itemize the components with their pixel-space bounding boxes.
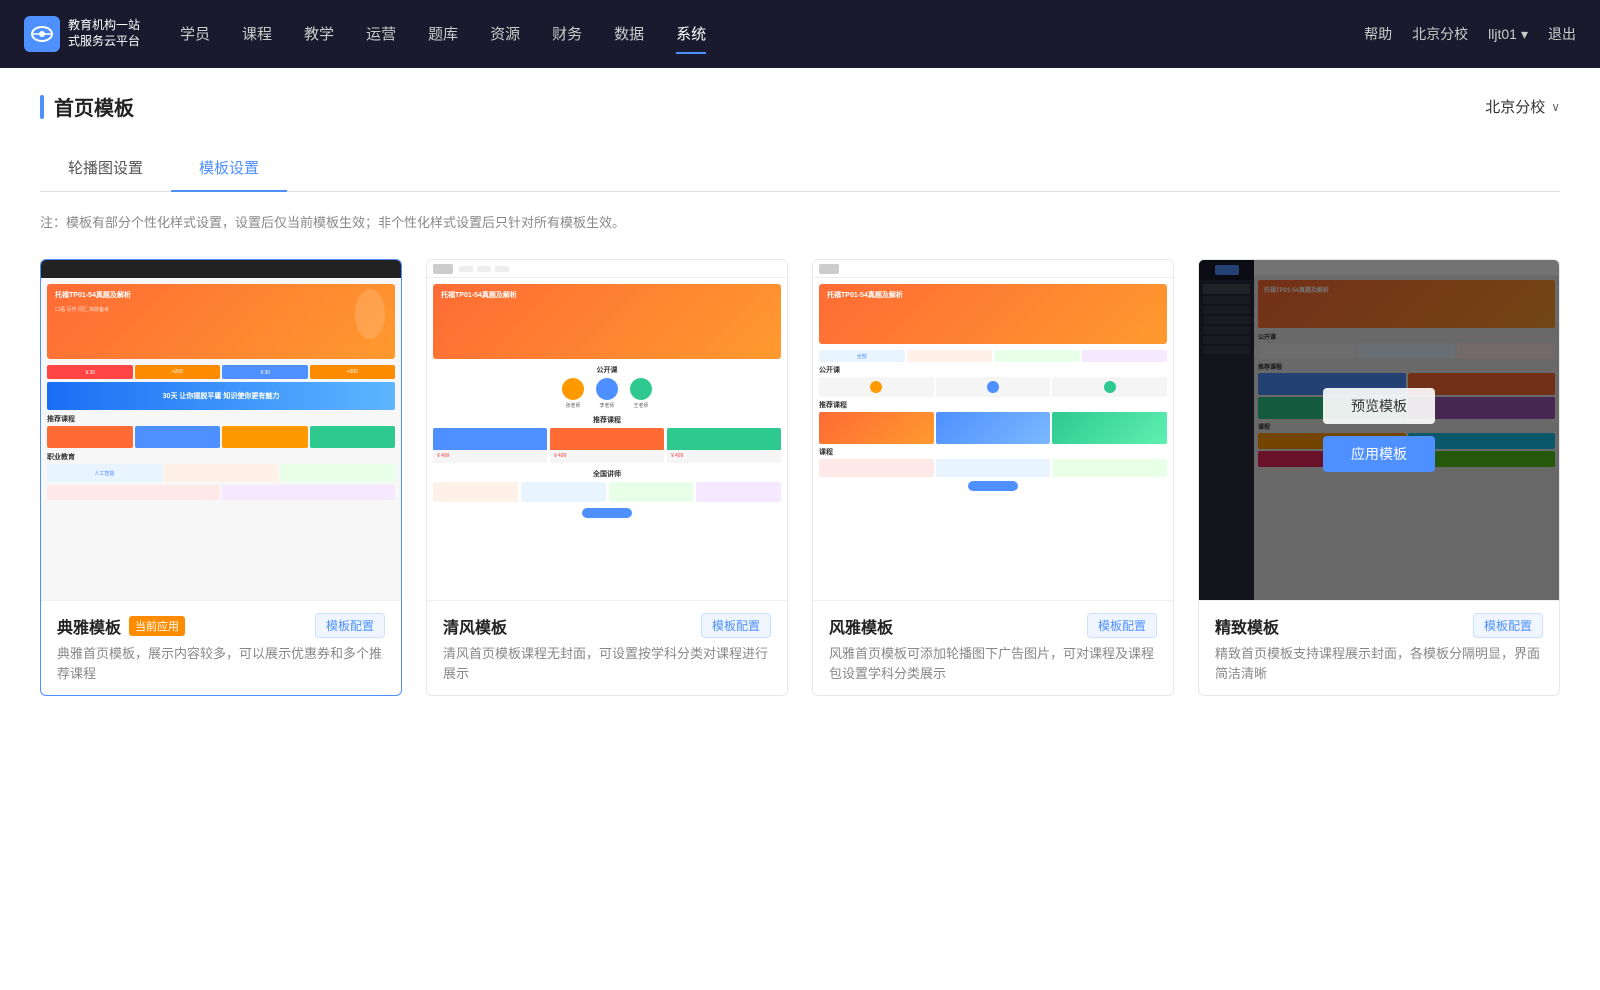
config-button-fengya[interactable]: 模板配置 [1087,613,1157,638]
tabs-wrapper: 轮播图设置 模板设置 [40,145,1560,192]
page-title: 首页模板 [54,92,134,121]
logout-button[interactable]: 退出 [1548,24,1576,44]
current-badge-dianaya: 当前应用 [129,616,185,636]
page-header: 首页模板 北京分校 ∨ [40,92,1560,121]
apply-button-fengya[interactable]: 应用模板 [937,436,1049,472]
tab-carousel[interactable]: 轮播图设置 [40,145,171,192]
template-preview-dianaya[interactable]: 托福TP01-54真题及解析 口语 写作 词汇 高效备考 ￥30 +200 ￥3… [41,260,401,600]
template-name-qingfeng: 清风模板 [443,614,507,638]
navbar: 教育机构一站 式服务云平台 学员 课程 教学 运营 题库 资源 财务 数据 系统… [0,0,1600,68]
page-container: 首页模板 北京分校 ∨ 轮播图设置 模板设置 注：模板有部分个性化样式设置，设置… [0,68,1600,990]
template-preview-jingzhi[interactable]: 托福TP01-54真题及解析 公开课 推荐课程 [1199,260,1559,600]
template-desc-jingzhi: 精致首页模板支持课程展示封面，各模板分隔明显，界面简洁清晰 [1215,644,1543,683]
nav-item-course[interactable]: 课程 [242,15,272,54]
template-card-qingfeng: 托福TP01-54真题及解析 公开课 张老师 李老师 [426,259,788,696]
nav-item-resource[interactable]: 资源 [490,15,520,54]
template-footer-qingfeng: 清风模板 模板配置 清风首页模板课程无封面，可设置按学科分类对课程进行展示 [427,600,787,695]
logo-icon [24,16,60,52]
nav-item-system[interactable]: 系统 [676,15,706,54]
tab-template[interactable]: 模板设置 [171,145,287,192]
nav-right: 帮助 北京分校 lljt01 ▾ 退出 [1364,24,1576,44]
logo-text: 教育机构一站 式服务云平台 [68,18,140,49]
nav-menu: 学员 课程 教学 运营 题库 资源 财务 数据 系统 [180,15,1364,54]
logo: 教育机构一站 式服务云平台 [24,16,140,52]
apply-button-dianaya[interactable]: 应用模板 [165,436,277,472]
preview-button-qingfeng[interactable]: 预览模板 [551,388,663,424]
template-card-dianaya: 托福TP01-54真题及解析 口语 写作 词汇 高效备考 ￥30 +200 ￥3… [40,259,402,696]
template-name-jingzhi: 精致模板 [1215,614,1279,638]
apply-button-qingfeng[interactable]: 应用模板 [551,436,663,472]
nav-item-teaching[interactable]: 教学 [304,15,334,54]
template-preview-qingfeng[interactable]: 托福TP01-54真题及解析 公开课 张老师 李老师 [427,260,787,600]
template-name-fengya: 风雅模板 [829,614,893,638]
nav-item-student[interactable]: 学员 [180,15,210,54]
templates-grid: 托福TP01-54真题及解析 口语 写作 词汇 高效备考 ￥30 +200 ￥3… [40,259,1560,696]
hover-overlay-jingzhi: 预览模板 应用模板 [1199,260,1559,600]
template-footer-fengya: 风雅模板 模板配置 风雅首页模板可添加轮播图下广告图片，可对课程及课程包设置学科… [813,600,1173,695]
template-footer-jingzhi: 精致模板 模板配置 精致首页模板支持课程展示封面，各模板分隔明显，界面简洁清晰 [1199,600,1559,695]
config-button-dianaya[interactable]: 模板配置 [315,613,385,638]
page-title-bar [40,95,44,119]
branch-selector[interactable]: 北京分校 ∨ [1485,96,1560,117]
preview-button-fengya[interactable]: 预览模板 [937,388,1049,424]
template-desc-dianaya: 典雅首页模板，展示内容较多，可以展示优惠券和多个推荐课程 [57,644,385,683]
template-footer-dianaya: 典雅模板 当前应用 模板配置 典雅首页模板，展示内容较多，可以展示优惠券和多个推… [41,600,401,695]
nav-item-finance[interactable]: 财务 [552,15,582,54]
config-button-jingzhi[interactable]: 模板配置 [1473,613,1543,638]
preview-button-dianaya[interactable]: 预览模板 [165,388,277,424]
template-desc-fengya: 风雅首页模板可添加轮播图下广告图片，可对课程及课程包设置学科分类展示 [829,644,1157,683]
template-card-jingzhi: 托福TP01-54真题及解析 公开课 推荐课程 [1198,259,1560,696]
apply-button-jingzhi[interactable]: 应用模板 [1323,436,1435,472]
template-desc-qingfeng: 清风首页模板课程无封面，可设置按学科分类对课程进行展示 [443,644,771,683]
nav-item-data[interactable]: 数据 [614,15,644,54]
help-link[interactable]: 帮助 [1364,24,1392,44]
config-button-qingfeng[interactable]: 模板配置 [701,613,771,638]
chevron-down-icon: ∨ [1551,100,1560,114]
template-name-dianaya: 典雅模板 [57,614,121,638]
nav-item-operation[interactable]: 运营 [366,15,396,54]
note-text: 注：模板有部分个性化样式设置，设置后仅当前模板生效；非个性化样式设置后只针对所有… [40,212,1560,231]
user-menu[interactable]: lljt01 ▾ [1488,26,1528,43]
template-card-fengya: 托福TP01-54真题及解析 全部 公开课 推荐课程 [812,259,1174,696]
template-preview-fengya[interactable]: 托福TP01-54真题及解析 全部 公开课 推荐课程 [813,260,1173,600]
page-title-wrapper: 首页模板 [40,92,134,121]
branch-label[interactable]: 北京分校 [1412,24,1468,44]
nav-item-question[interactable]: 题库 [428,15,458,54]
preview-button-jingzhi[interactable]: 预览模板 [1323,388,1435,424]
